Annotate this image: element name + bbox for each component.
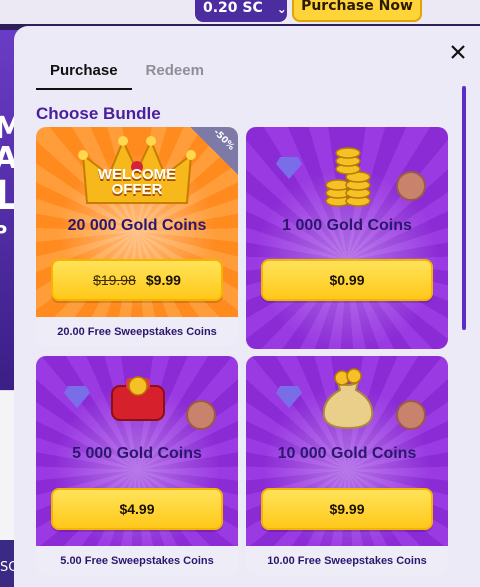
gem-icon — [276, 157, 302, 179]
bundle-card[interactable]: 10 000 Gold Coins $9.99 10.00 Free Sweep… — [246, 356, 448, 575]
copper-coin-icon — [396, 400, 426, 430]
tab-purchase[interactable]: Purchase — [36, 60, 132, 90]
welcome-offer-banner: WELCOME OFFER — [97, 166, 177, 198]
tab-redeem[interactable]: Redeem — [132, 60, 218, 90]
bundle-title: 20 000 Gold Coins — [67, 217, 207, 234]
bundle-card[interactable]: 1 000 Gold Coins $0.99 — [246, 127, 448, 349]
purchase-now-button[interactable]: Purchase Now — [292, 0, 422, 22]
coin-stack-icon — [325, 147, 371, 207]
scrollbar[interactable] — [462, 86, 466, 330]
buy-button[interactable]: $19.98 $9.99 — [51, 259, 223, 301]
discount-badge: -50% — [190, 127, 238, 175]
copper-coin-icon — [396, 171, 426, 201]
sc-balance-text: 0.20 SC — [203, 0, 263, 16]
old-price: $19.98 — [93, 272, 136, 288]
gem-icon — [276, 386, 302, 408]
bundle-card[interactable]: -50% WELCOME OFFER 20 000 Gold Coins $19… — [36, 127, 238, 346]
bundle-footer: 20.00 Free Sweepstakes Coins — [36, 317, 238, 346]
purchase-modal: Purchase Redeem Choose Bundle -50% WELCO… — [14, 26, 480, 587]
coin-bag-icon — [322, 368, 374, 430]
price: $9.99 — [329, 501, 365, 517]
bundle-art: 10 000 Gold Coins $9.99 — [246, 356, 448, 546]
bundle-art: 1 000 Gold Coins $0.99 — [246, 127, 448, 349]
gem-icon — [64, 386, 90, 408]
close-button[interactable] — [446, 40, 470, 64]
bundle-art: 5 000 Gold Coins $4.99 — [36, 356, 238, 546]
chevron-down-icon: ⌄ — [276, 2, 287, 16]
top-bar: 0.20 SC ⌄ Purchase Now — [0, 0, 480, 24]
bundle-title: 5 000 Gold Coins — [72, 445, 202, 462]
discount-text: -50% — [210, 127, 236, 153]
bundle-title: 10 000 Gold Coins — [277, 445, 417, 462]
copper-coin-icon — [186, 400, 216, 430]
coin-wallet-icon — [111, 376, 165, 421]
close-icon — [451, 45, 465, 59]
section-title: Choose Bundle — [36, 104, 161, 123]
price: $0.99 — [329, 272, 365, 288]
bundle-card[interactable]: 5 000 Gold Coins $4.99 5.00 Free Sweepst… — [36, 356, 238, 575]
buy-button[interactable]: $0.99 — [261, 259, 433, 301]
bundle-art: -50% WELCOME OFFER 20 000 Gold Coins $19… — [36, 127, 238, 317]
sc-balance-pill[interactable]: 0.20 SC ⌄ — [195, 0, 287, 22]
modal-tabs: Purchase Redeem — [36, 60, 218, 90]
bundle-footer: 5.00 Free Sweepstakes Coins — [36, 546, 238, 575]
bundle-title: 1 000 Gold Coins — [282, 217, 412, 234]
price: $9.99 — [145, 272, 181, 288]
price: $4.99 — [119, 501, 155, 517]
bundle-footer: 10.00 Free Sweepstakes Coins — [246, 546, 448, 575]
buy-button[interactable]: $4.99 — [51, 488, 223, 530]
buy-button[interactable]: $9.99 — [261, 488, 433, 530]
